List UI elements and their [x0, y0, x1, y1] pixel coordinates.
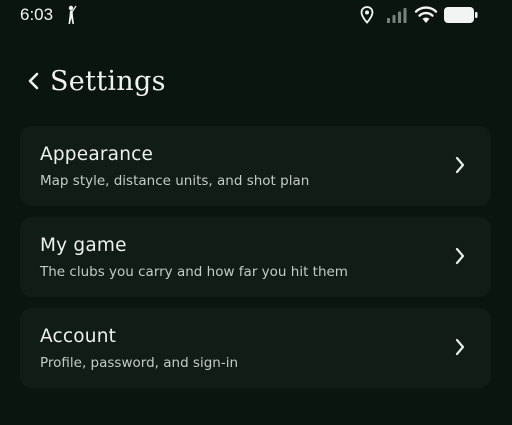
chevron-right-icon	[455, 247, 465, 265]
status-bar: 6:03	[0, 0, 512, 34]
menu-item-account[interactable]: Account Profile, password, and sign-in	[20, 308, 491, 388]
status-time: 6:03	[20, 5, 54, 24]
page-title: Settings	[50, 65, 166, 97]
chevron-right-icon	[455, 156, 465, 174]
menu-item-subtitle: Profile, password, and sign-in	[40, 355, 239, 371]
location-icon	[360, 6, 374, 24]
chevron-right-icon	[455, 338, 465, 356]
signal-icon	[387, 8, 407, 23]
wifi-icon	[414, 6, 438, 23]
golfer-icon	[68, 5, 77, 24]
menu-item-my-game[interactable]: My game The clubs you carry and how far …	[20, 217, 491, 297]
settings-header: Settings	[26, 60, 166, 102]
battery-icon	[444, 7, 478, 23]
menu-item-subtitle: The clubs you carry and how far you hit …	[40, 264, 348, 280]
chevron-left-icon[interactable]	[26, 70, 42, 92]
menu-item-title: Account	[40, 326, 117, 347]
menu-item-title: My game	[40, 235, 127, 256]
menu-item-subtitle: Map style, distance units, and shot plan	[40, 173, 310, 189]
menu-item-appearance[interactable]: Appearance Map style, distance units, an…	[20, 126, 491, 206]
menu-item-title: Appearance	[40, 144, 154, 165]
